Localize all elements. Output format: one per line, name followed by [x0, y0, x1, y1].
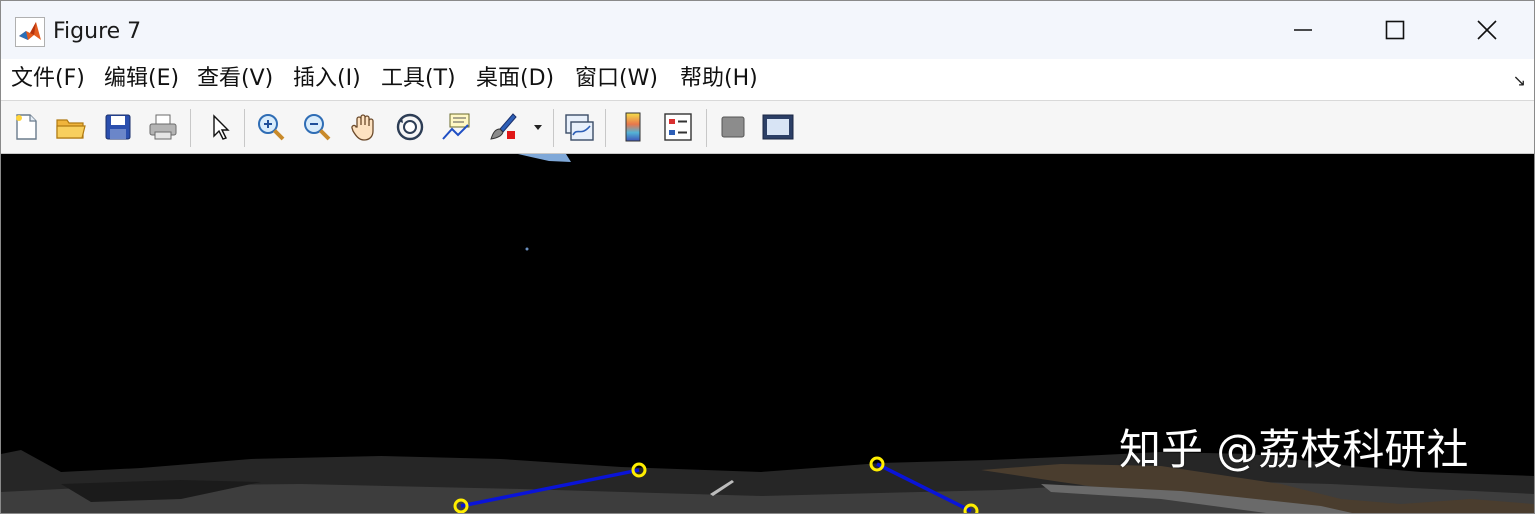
window-title: Figure 7	[53, 19, 142, 44]
zoom-out-button[interactable]	[298, 108, 336, 146]
legend-icon	[664, 113, 692, 141]
open-file-button[interactable]	[52, 108, 90, 146]
figure-toolbar	[1, 101, 1534, 154]
hide-plot-tools-button[interactable]	[714, 108, 752, 146]
menu-edit[interactable]: 编辑(E)	[104, 65, 179, 93]
colorbar-button[interactable]	[614, 108, 652, 146]
edit-plot-cursor-icon	[213, 114, 230, 140]
close-button[interactable]	[1441, 1, 1533, 59]
print-icon	[149, 114, 177, 140]
menu-view[interactable]: 查看(V)	[197, 65, 273, 93]
menu-desktop[interactable]: 桌面(D)	[476, 65, 554, 93]
data-cursor-icon	[442, 113, 470, 140]
rotate-3d-button[interactable]	[391, 108, 429, 146]
rotate-3d-icon	[396, 113, 424, 141]
menu-help[interactable]: 帮助(H)	[680, 65, 758, 93]
chevron-down-icon	[534, 125, 542, 130]
pan-hand-icon	[351, 114, 374, 141]
brush-icon	[490, 113, 517, 140]
pan-button[interactable]	[345, 108, 383, 146]
figure-window: Figure 7 文件(F) 编辑(E) 查看(V) 插入(I) 工具(T) 桌…	[0, 0, 1535, 514]
zoom-in-button[interactable]	[252, 108, 290, 146]
data-cursor-button[interactable]	[437, 108, 475, 146]
brush-button[interactable]	[484, 108, 522, 146]
toolbar-separator	[190, 109, 191, 147]
zoom-out-icon	[304, 114, 331, 141]
save-button[interactable]	[99, 108, 137, 146]
open-file-icon	[56, 119, 86, 139]
link-plot-button[interactable]	[560, 108, 598, 146]
link-plot-icon	[565, 114, 594, 141]
toolbar-separator	[706, 109, 707, 147]
toolbar-separator	[244, 109, 245, 147]
menu-bar: 文件(F) 编辑(E) 查看(V) 插入(I) 工具(T) 桌面(D) 窗口(W…	[1, 59, 1534, 101]
minimize-icon	[1294, 29, 1312, 31]
colorbar-icon	[625, 112, 641, 142]
toolbar-separator	[553, 109, 554, 147]
menu-file[interactable]: 文件(F)	[11, 65, 85, 93]
toolbar-separator	[605, 109, 606, 147]
dock-arrow-icon[interactable]: ↘	[1513, 71, 1526, 90]
watermark-text: 知乎 @荔枝科研社	[1119, 425, 1469, 474]
close-icon	[1477, 20, 1497, 40]
new-figure-icon	[16, 114, 37, 140]
hide-plot-tools-icon	[721, 116, 745, 138]
edit-plot-button[interactable]	[200, 108, 238, 146]
show-plot-tools-button[interactable]	[759, 108, 797, 146]
brush-dropdown[interactable]	[523, 108, 553, 146]
legend-button[interactable]	[659, 108, 697, 146]
figure-canvas[interactable]: 知乎 @荔枝科研社	[1, 154, 1534, 513]
matlab-logo-icon	[15, 17, 45, 47]
zoom-in-icon	[258, 114, 285, 141]
maximize-button[interactable]	[1349, 1, 1441, 59]
menu-insert[interactable]: 插入(I)	[293, 65, 361, 93]
maximize-icon	[1385, 20, 1405, 40]
new-figure-button[interactable]	[7, 108, 45, 146]
menu-tools[interactable]: 工具(T)	[381, 65, 456, 93]
show-plot-tools-icon	[762, 114, 794, 140]
save-icon	[105, 114, 131, 140]
menu-window[interactable]: 窗口(W)	[575, 65, 658, 93]
print-button[interactable]	[144, 108, 182, 146]
title-bar: Figure 7	[1, 1, 1534, 59]
minimize-button[interactable]	[1257, 1, 1349, 59]
